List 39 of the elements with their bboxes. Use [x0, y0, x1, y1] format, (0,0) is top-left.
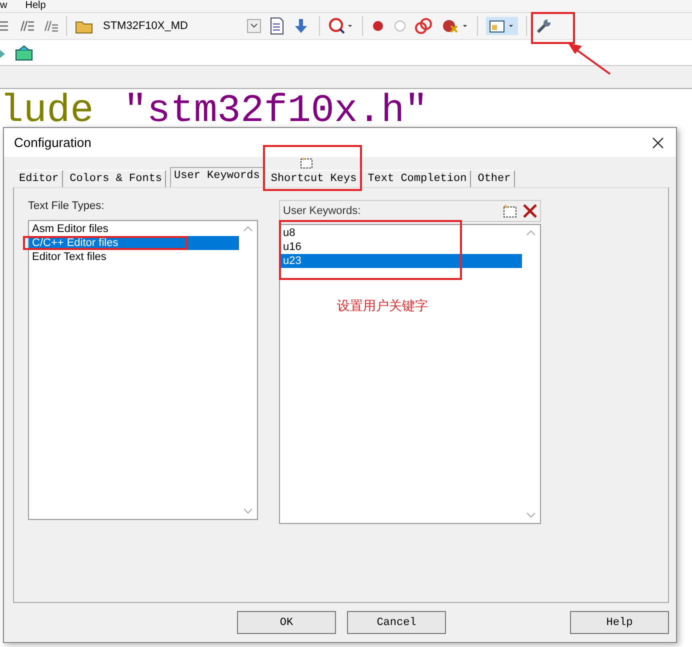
list-item[interactable]: u16	[280, 240, 522, 254]
arrow-annotation	[566, 42, 612, 76]
delete-icon[interactable]	[522, 204, 538, 218]
debug-icon[interactable]	[328, 17, 354, 35]
folder-icon[interactable]	[75, 18, 93, 34]
menu-item[interactable]: w	[0, 0, 8, 12]
list-item[interactable]: u8	[280, 226, 522, 240]
list-item[interactable]: Asm Editor files	[29, 222, 239, 236]
close-icon[interactable]	[652, 136, 664, 148]
tab[interactable]: User Keywords	[170, 167, 264, 187]
uncomment-icon[interactable]	[42, 19, 58, 33]
tab[interactable]: Shortcut Keys	[268, 170, 361, 187]
tab[interactable]: Other	[474, 170, 515, 187]
list-label: User Keywords:	[283, 205, 362, 217]
indent-icon[interactable]	[0, 19, 10, 33]
new-icon[interactable]	[502, 204, 518, 218]
list-label: Text File Types:	[28, 200, 106, 214]
code-line: lude "stm32f10x.h"	[0, 89, 429, 133]
toolbox-icon[interactable]	[14, 44, 34, 62]
list-item[interactable]: u23	[280, 254, 522, 268]
document-icon[interactable]	[269, 17, 285, 35]
breakpoint-icon[interactable]	[371, 19, 385, 33]
dialog-button[interactable]: Help	[570, 611, 669, 634]
highlight-box	[531, 12, 575, 44]
menu-item[interactable]: Help	[25, 0, 46, 12]
annotation-text: 设置用户关键字	[337, 297, 428, 315]
tab[interactable]: Text Completion	[364, 170, 471, 187]
chevron-down-icon[interactable]	[247, 19, 261, 33]
tab[interactable]: Colors & Fonts	[66, 170, 166, 187]
dialog-title: Configuration	[14, 135, 92, 150]
tab[interactable]: Editor	[16, 170, 63, 187]
dialog-button[interactable]: Cancel	[347, 611, 446, 634]
clear-breakpoints-icon[interactable]	[441, 18, 469, 34]
target-dropdown[interactable]: STM32F10X_MD	[103, 19, 261, 33]
list-item[interactable]: Editor Text files	[29, 250, 239, 264]
breakpoints-icon[interactable]	[415, 18, 433, 34]
dialog-button[interactable]: OK	[237, 611, 336, 634]
wrench-icon[interactable]	[535, 17, 553, 35]
comment-icon[interactable]	[18, 19, 34, 33]
